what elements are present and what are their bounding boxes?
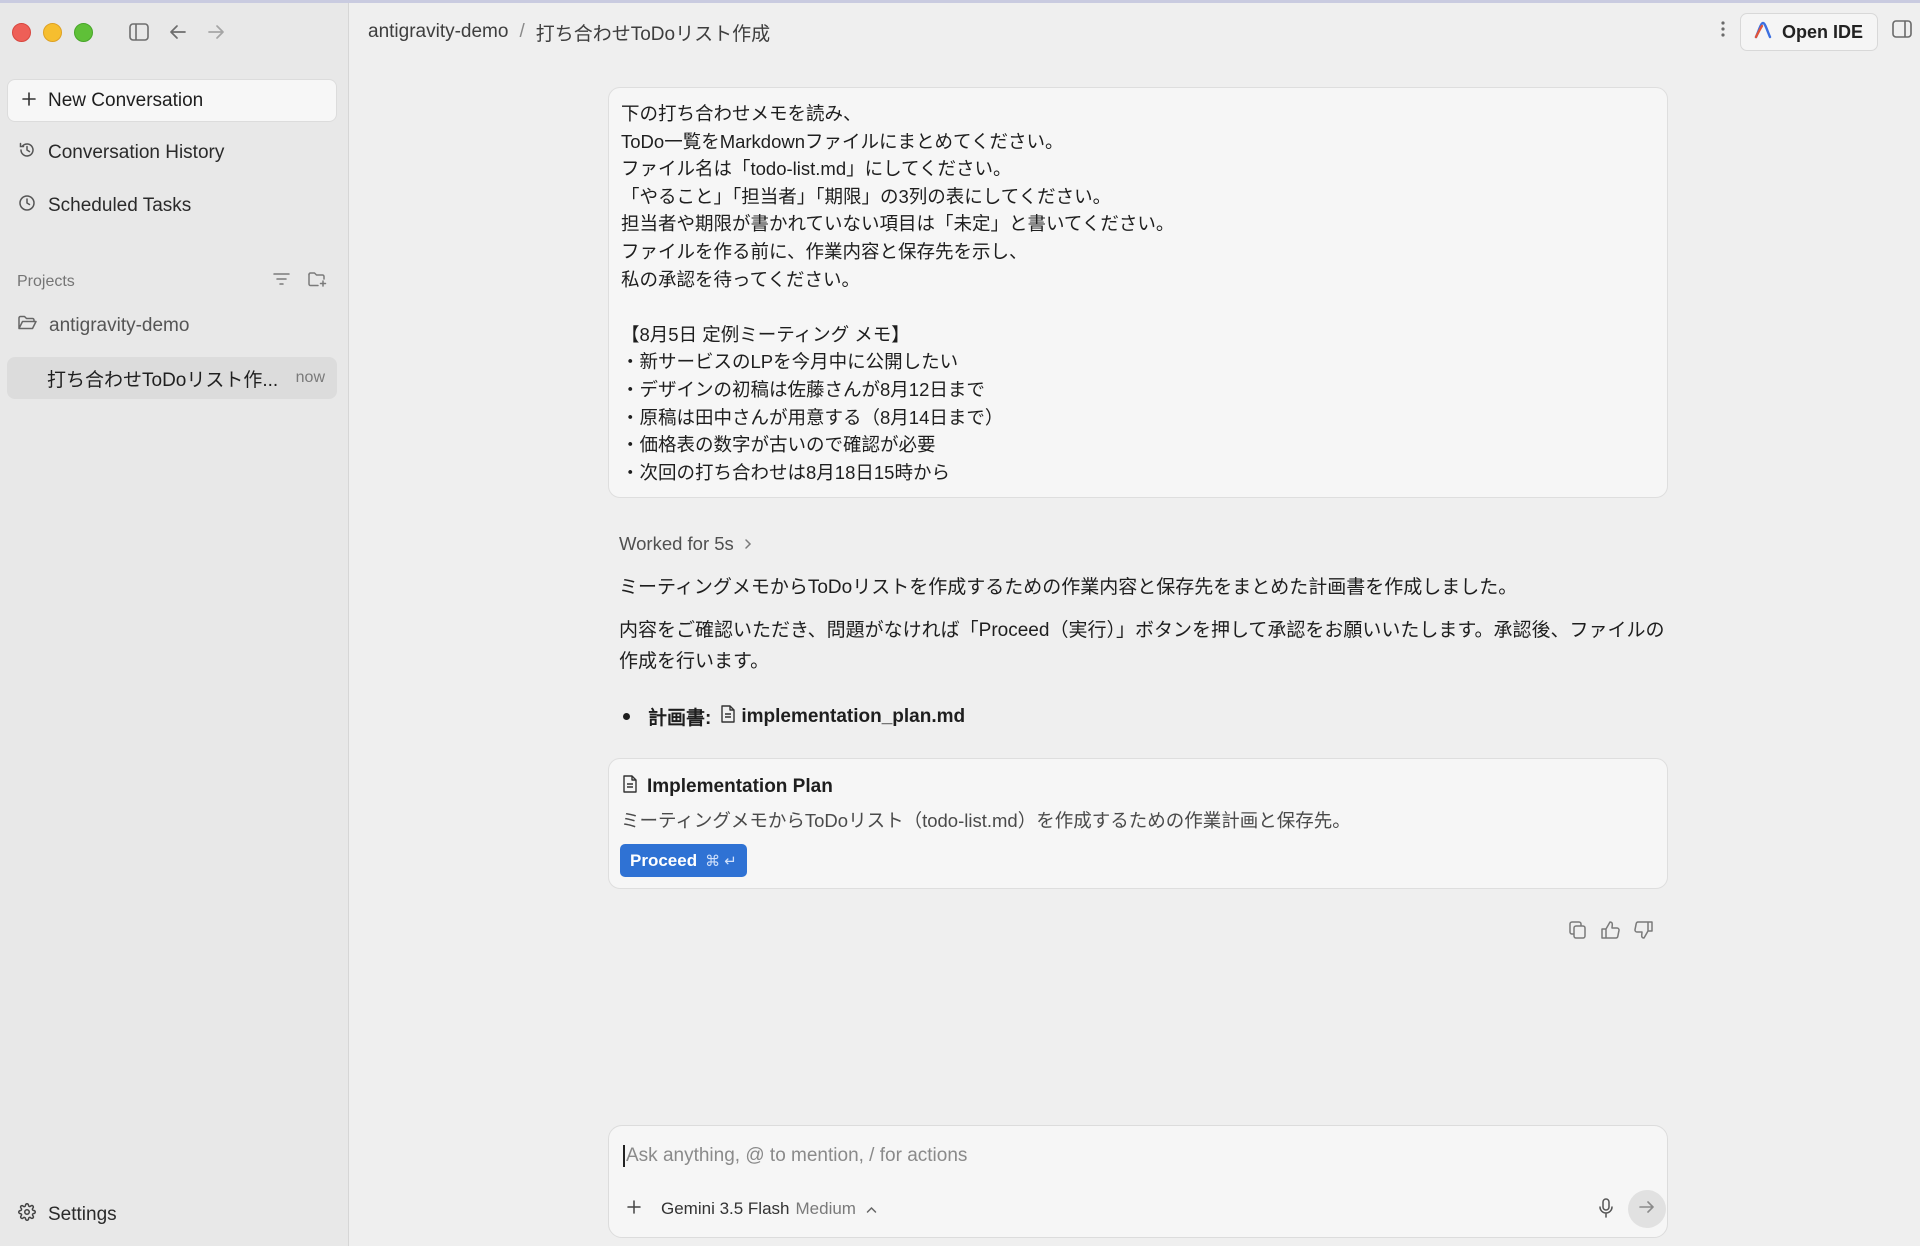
worked-duration-toggle[interactable]: Worked for 5s (619, 533, 752, 555)
gear-icon (18, 1203, 36, 1227)
arrow-right-icon (1639, 1200, 1655, 1219)
document-icon (721, 704, 736, 729)
chevron-up-icon (866, 1199, 877, 1219)
message-actions (1569, 921, 1653, 944)
user-message-line: ファイル名は「todo-list.md」にしてください。 (621, 158, 1012, 180)
conversation-history-label: Conversation History (48, 142, 225, 163)
sidebar: New Conversation Conversation History Sc… (0, 3, 349, 1246)
implementation-plan-card[interactable]: Implementation Plan ミーティングメモからToDoリスト（to… (608, 758, 1668, 889)
plan-file-bullet: 計画書: implementation_plan.md (623, 703, 965, 730)
user-message-line: 私の承認を待ってください。 (621, 268, 861, 290)
user-message-line: ・新サービスのLPを今月中に公開したい (621, 351, 959, 373)
prompt-placeholder: Ask anything, @ to mention, / for action… (626, 1145, 968, 1166)
add-attachment-plus-icon[interactable] (627, 1199, 641, 1219)
more-options-icon[interactable] (1720, 20, 1726, 44)
model-name: Gemini 3.5 Flash (661, 1199, 790, 1218)
user-message-line (621, 293, 1655, 321)
main-panel: antigravity-demo / 打ち合わせToDoリスト作成 Open I… (349, 3, 1920, 1246)
zoom-window-button[interactable] (74, 22, 93, 42)
conversation-title: 打ち合わせToDoリスト作... (47, 369, 279, 391)
app-window: New Conversation Conversation History Sc… (0, 0, 1920, 1246)
conversation-history-link[interactable]: Conversation History (18, 141, 224, 165)
user-message-line: ToDo一覧をMarkdownファイルにまとめてください。 (621, 130, 1064, 152)
right-panel-toggle-icon[interactable] (1892, 20, 1912, 44)
antigravity-logo-icon (1753, 20, 1773, 45)
thumbs-down-icon[interactable] (1634, 921, 1653, 944)
user-message-line: 担当者や期限が書かれていない項目は「未定」と書いてください。 (621, 213, 1175, 235)
history-icon (18, 141, 36, 165)
user-message-line: ・デザインの初稿は佐藤さんが8月12日まで (621, 378, 985, 400)
projects-label: Projects (17, 272, 75, 290)
conversation-time: now (295, 369, 325, 386)
projects-header: Projects (17, 271, 327, 292)
clock-icon (18, 194, 36, 218)
model-effort: Medium (795, 1199, 856, 1218)
send-button[interactable] (1628, 1190, 1666, 1228)
sidebar-toggle-icon[interactable] (129, 23, 149, 41)
user-message-line: ・原稿は田中さんが用意する（8月14日まで） (621, 406, 1004, 428)
worked-duration-label: Worked for 5s (619, 533, 734, 554)
bullet-dot (623, 713, 630, 720)
plan-card-description: ミーティングメモからToDoリスト（todo-list.md）を作成するための作… (621, 810, 1351, 831)
message-composer: Ask anything, @ to mention, / for action… (608, 1125, 1668, 1238)
project-name: antigravity-demo (49, 315, 190, 336)
proceed-button[interactable]: Proceed ⌘ ↵ (620, 844, 747, 877)
folder-open-icon (18, 315, 37, 337)
conversation-item[interactable]: 打ち合わせToDoリスト作... now (7, 357, 337, 399)
model-selector[interactable]: Gemini 3.5 Flash Medium (661, 1199, 877, 1219)
plan-card-title: Implementation Plan (623, 775, 833, 799)
user-message-line: 下の打ち合わせメモを読み、 (621, 103, 862, 124)
settings-link[interactable]: Settings (18, 1203, 117, 1227)
breadcrumb-conversation: 打ち合わせToDoリスト作成 (535, 23, 771, 45)
prompt-input[interactable]: Ask anything, @ to mention, / for action… (623, 1145, 967, 1167)
user-message-line: 【8月5日 定例ミーティング メモ】 (621, 323, 910, 345)
text-caret (623, 1145, 625, 1167)
microphone-icon[interactable] (1599, 1198, 1613, 1223)
chevron-right-icon (744, 533, 752, 555)
back-arrow-icon[interactable] (169, 24, 187, 40)
user-message-line: ・価格表の数字が古いので確認が必要 (621, 434, 936, 456)
forward-arrow-icon[interactable] (207, 24, 225, 40)
close-window-button[interactable] (12, 22, 31, 42)
user-message-line: ファイルを作る前に、作業内容と保存先を示し、 (621, 240, 1028, 262)
traffic-lights (12, 22, 93, 42)
breadcrumb: antigravity-demo / 打ち合わせToDoリスト作成 Open I… (349, 3, 1920, 61)
plan-card-title-text: Implementation Plan (647, 776, 833, 797)
assistant-paragraph: 内容をご確認いただき、問題がなければ「Proceed（実行）」ボタンを押して承認… (619, 620, 1665, 672)
open-ide-button[interactable]: Open IDE (1739, 13, 1878, 51)
proceed-label: Proceed (630, 850, 698, 870)
plan-file-name: implementation_plan.md (741, 705, 966, 727)
plan-file-link[interactable]: implementation_plan.md (721, 704, 966, 729)
window-titlebar (0, 3, 348, 61)
settings-label: Settings (48, 1204, 117, 1225)
thumbs-up-icon[interactable] (1601, 921, 1620, 944)
minimize-window-button[interactable] (43, 22, 62, 42)
new-folder-icon[interactable] (308, 271, 327, 292)
copy-icon[interactable] (1569, 921, 1587, 944)
document-icon (623, 775, 637, 799)
user-message-line: ・次回の打ち合わせは8月18日15時から (621, 461, 950, 483)
plus-icon (22, 90, 36, 112)
plan-file-bullet-label: 計画書: (648, 708, 712, 729)
scheduled-tasks-link[interactable]: Scheduled Tasks (18, 194, 191, 218)
new-conversation-button[interactable]: New Conversation (7, 79, 337, 122)
user-message-bubble: 下の打ち合わせメモを読み、 ToDo一覧をMarkdownファイルにまとめてくださ… (608, 87, 1668, 498)
scheduled-tasks-label: Scheduled Tasks (48, 195, 192, 216)
open-ide-label: Open IDE (1781, 21, 1863, 42)
breadcrumb-project[interactable]: antigravity-demo (368, 21, 508, 43)
proceed-shortcut: ⌘ ↵ (705, 852, 737, 870)
assistant-paragraph: ミーティングメモからToDoリストを作成するための作業内容と保存先をまとめた計画… (619, 577, 1518, 598)
project-item[interactable]: antigravity-demo (18, 315, 189, 337)
user-message-line: 「やること」「担当者」「期限」の3列の表にしてください。 (621, 185, 1112, 207)
filter-icon[interactable] (273, 272, 290, 291)
breadcrumb-separator: / (519, 21, 525, 42)
new-conversation-label: New Conversation (48, 89, 204, 111)
